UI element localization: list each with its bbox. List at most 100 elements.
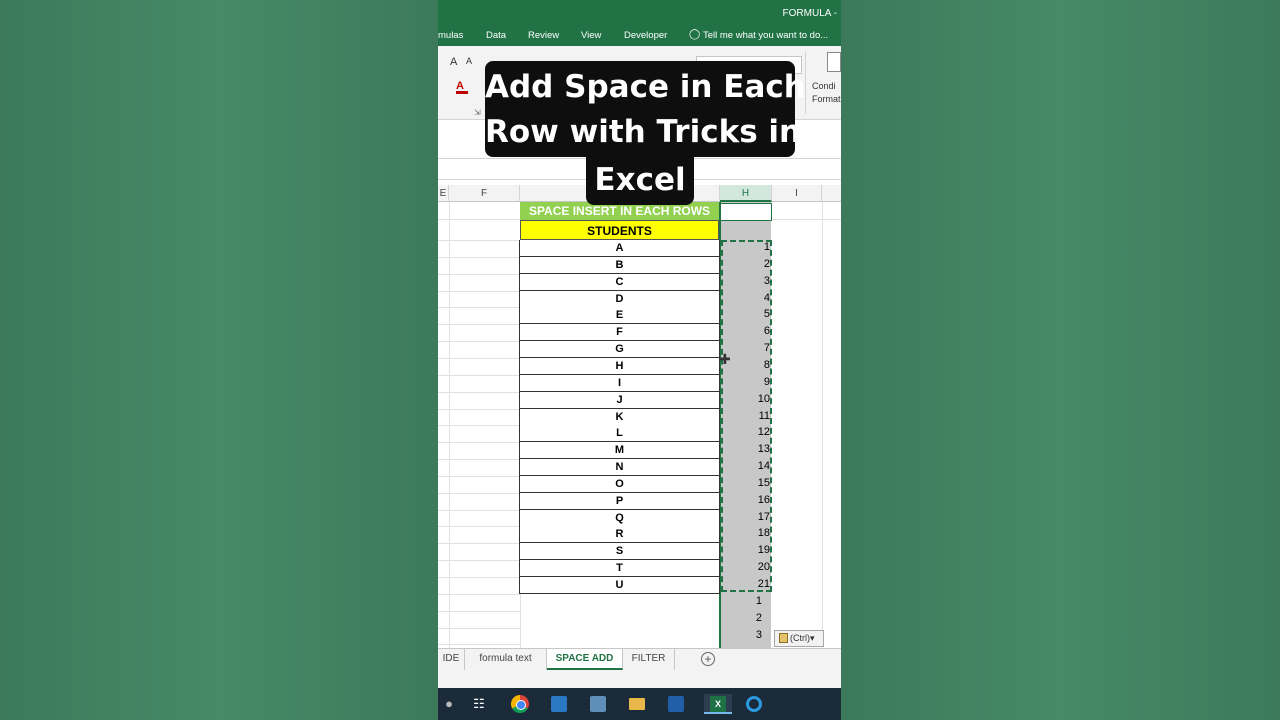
- column-header-f[interactable]: F: [449, 185, 520, 202]
- student-cell[interactable]: F: [519, 324, 720, 342]
- task-view-icon[interactable]: ☷: [468, 694, 490, 714]
- number-cell[interactable]: 7: [721, 340, 770, 357]
- number-cell[interactable]: 10: [721, 391, 770, 408]
- caption-line-3: Excel: [594, 162, 686, 198]
- number-cell[interactable]: 3: [721, 273, 770, 290]
- student-cell[interactable]: G: [519, 341, 720, 359]
- students-header-cell[interactable]: STUDENTS: [520, 220, 719, 240]
- tell-me-search[interactable]: Tell me what you want to do...: [703, 30, 828, 41]
- student-cell[interactable]: L: [519, 425, 720, 443]
- taskbar: ● ☷ X: [438, 688, 841, 720]
- clipboard-icon: [779, 633, 788, 643]
- font-color-button[interactable]: A: [456, 80, 468, 94]
- gridline: [438, 273, 520, 275]
- gridline: [438, 425, 520, 427]
- student-cell[interactable]: S: [519, 543, 720, 561]
- conditional-formatting-button[interactable]: Condi Format: [812, 80, 841, 106]
- gridline: [449, 202, 450, 648]
- active-cell[interactable]: [720, 203, 772, 221]
- student-cell[interactable]: Q: [519, 509, 720, 527]
- student-cell[interactable]: A: [519, 240, 720, 257]
- number-cell[interactable]: 1: [721, 239, 770, 256]
- gridline: [438, 543, 520, 545]
- gridline: [438, 341, 520, 343]
- number-cell[interactable]: 17: [721, 509, 770, 526]
- number-cell-repeat[interactable]: 3: [721, 627, 762, 644]
- menu-bar: mulas Data Review View Developer ◯ Tell …: [438, 26, 841, 46]
- number-cell[interactable]: 16: [721, 492, 770, 509]
- number-cell-repeat[interactable]: 2: [721, 610, 762, 627]
- sheet-tab-formula-text[interactable]: formula text: [465, 649, 547, 670]
- student-cell[interactable]: O: [519, 475, 720, 493]
- gridline: [438, 644, 520, 646]
- student-cell[interactable]: T: [519, 560, 720, 578]
- gridline: [438, 374, 520, 376]
- number-cell[interactable]: 4: [721, 290, 770, 307]
- number-cell[interactable]: 20: [721, 559, 770, 576]
- student-cell[interactable]: M: [519, 442, 720, 460]
- student-cell[interactable]: B: [519, 256, 720, 274]
- student-cell[interactable]: R: [519, 526, 720, 544]
- number-cell[interactable]: 6: [721, 323, 770, 340]
- student-cell[interactable]: H: [519, 357, 720, 375]
- number-cell[interactable]: 8: [721, 357, 770, 374]
- student-cell[interactable]: U: [519, 577, 720, 594]
- add-sheet-button[interactable]: +: [701, 652, 715, 666]
- number-cell[interactable]: 12: [721, 424, 770, 441]
- edge-icon[interactable]: [548, 694, 570, 714]
- worksheet-grid[interactable]: SPACE INSERT IN EACH ROWS STUDENTS ✚ (Ct…: [438, 202, 841, 648]
- chrome-icon[interactable]: [509, 694, 531, 714]
- video-caption-tail: Excel: [586, 157, 694, 205]
- column-header-h[interactable]: H: [720, 185, 772, 202]
- student-cell[interactable]: C: [519, 273, 720, 291]
- student-cell[interactable]: J: [519, 391, 720, 409]
- background-right: [841, 0, 1280, 720]
- app-icon[interactable]: [587, 694, 609, 714]
- number-cell-repeat[interactable]: 1: [721, 593, 762, 610]
- gridline: [438, 290, 520, 292]
- paste-options-button[interactable]: (Ctrl)▾: [774, 630, 824, 647]
- tab-view[interactable]: View: [581, 30, 601, 41]
- gridline: [438, 391, 520, 393]
- cortana-icon[interactable]: ●: [438, 694, 460, 714]
- file-explorer-icon[interactable]: [626, 694, 648, 714]
- tab-review[interactable]: Review: [528, 30, 559, 41]
- tab-formulas[interactable]: mulas: [438, 30, 463, 41]
- excel-icon[interactable]: X: [704, 694, 732, 714]
- number-cell[interactable]: 14: [721, 458, 770, 475]
- number-cell[interactable]: 19: [721, 542, 770, 559]
- dialog-launcher-icon[interactable]: ⇲: [474, 108, 481, 117]
- number-cell[interactable]: 15: [721, 475, 770, 492]
- student-cell[interactable]: K: [519, 408, 720, 426]
- column-header-i[interactable]: I: [772, 185, 822, 202]
- student-cell[interactable]: I: [519, 374, 720, 392]
- sheet-tab-filter[interactable]: FILTER: [623, 649, 675, 670]
- gridline: [438, 577, 520, 578]
- conditional-formatting-icon[interactable]: [827, 52, 841, 72]
- tab-data[interactable]: Data: [486, 30, 506, 41]
- number-cell[interactable]: 13: [721, 441, 770, 458]
- gridline: [438, 593, 520, 595]
- shrink-font-button[interactable]: A: [466, 56, 472, 66]
- gridline: [438, 307, 520, 309]
- number-cell[interactable]: 11: [721, 408, 770, 425]
- student-cell[interactable]: N: [519, 459, 720, 477]
- student-cell[interactable]: D: [519, 290, 720, 308]
- sync-icon[interactable]: [743, 694, 765, 714]
- number-cell[interactable]: 5: [721, 306, 770, 323]
- student-cell[interactable]: E: [519, 307, 720, 325]
- status-bar: [438, 670, 841, 688]
- number-cell[interactable]: 9: [721, 374, 770, 391]
- grow-font-button[interactable]: A: [450, 56, 457, 68]
- sheet-tab-ide[interactable]: IDE: [438, 649, 465, 670]
- teams-icon[interactable]: [665, 694, 687, 714]
- column-header-e[interactable]: E: [438, 185, 449, 202]
- number-cell[interactable]: 21: [721, 576, 770, 593]
- tab-developer[interactable]: Developer: [624, 30, 667, 41]
- gridline: [438, 475, 520, 477]
- number-cell[interactable]: 18: [721, 525, 770, 542]
- number-cell[interactable]: 2: [721, 256, 770, 273]
- student-cell[interactable]: P: [519, 492, 720, 510]
- gridline: [438, 256, 520, 258]
- sheet-tab-space-add[interactable]: SPACE ADD: [547, 649, 623, 670]
